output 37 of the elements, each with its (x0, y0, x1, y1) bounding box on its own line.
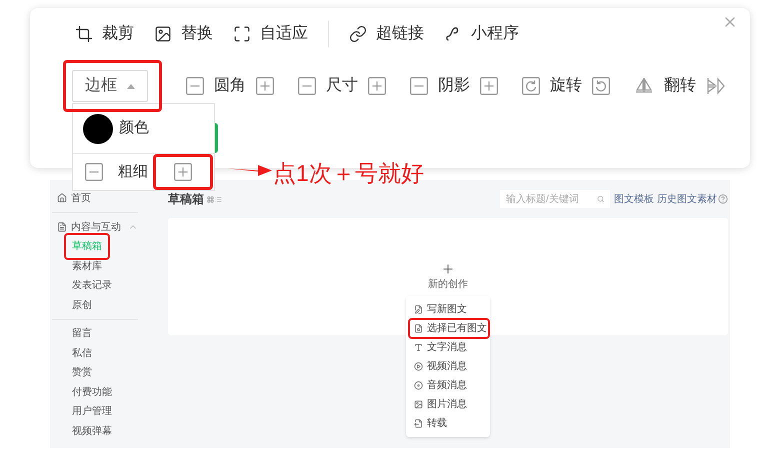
menu-item[interactable]: 音频消息 (427, 378, 467, 393)
sidebar-item[interactable]: 留言 (72, 326, 92, 342)
sidebar-item[interactable]: 用户管理 (72, 404, 112, 420)
sidebar-item[interactable]: 内容与互动 (71, 220, 121, 234)
link[interactable]: 历史图文素材 (657, 192, 717, 206)
toolbar-button[interactable]: 裁剪 (75, 22, 134, 46)
sidebar-item[interactable]: 付费功能 (72, 384, 112, 400)
annotation-text: 点1次＋号就好 (273, 159, 424, 188)
new-creation-label[interactable]: 新的创作 (428, 277, 468, 292)
sidebar-item[interactable]: 素材库 (72, 258, 102, 274)
menu-item[interactable]: 视频消息 (427, 359, 467, 374)
toolbar-button[interactable]: 超链接 (349, 22, 424, 46)
toolbar-button[interactable]: 自适应 (233, 22, 308, 46)
sidebar-item[interactable]: 发表记录 (72, 278, 112, 294)
page-title: 草稿箱 (168, 191, 204, 208)
menu-item[interactable]: 写新图文 (427, 302, 467, 317)
toolbar-button[interactable]: 小程序 (444, 22, 519, 46)
control-label: 翻转 (664, 76, 696, 96)
control-label: 圆角 (214, 76, 246, 96)
control-label: 旋转 (550, 76, 582, 96)
search-field[interactable]: 输入标题/关键词 (500, 190, 610, 208)
menu-label: 粗细 (118, 162, 148, 182)
menu-label: 颜色 (119, 118, 149, 138)
menu-item[interactable]: 选择已有图文 (427, 321, 487, 336)
toolbar-button[interactable]: 替换 (154, 22, 213, 46)
sidebar-item[interactable]: 首页 (71, 190, 91, 206)
control-label: 阴影 (438, 76, 470, 96)
sidebar-item[interactable]: 赞赏 (72, 365, 92, 380)
border-dropdown[interactable]: 边框 (72, 70, 148, 102)
sidebar-item[interactable]: 私信 (72, 346, 92, 361)
link[interactable]: 图文模板 (614, 192, 654, 206)
menu-item[interactable]: 转载 (427, 416, 447, 431)
sidebar-item[interactable]: 原创 (72, 298, 92, 313)
sidebar-item[interactable]: 视频弹幕 (72, 424, 112, 439)
control-label: 尺寸 (326, 76, 358, 96)
menu-item[interactable]: 图片消息 (427, 397, 467, 412)
menu-item[interactable]: 文字消息 (427, 340, 467, 355)
